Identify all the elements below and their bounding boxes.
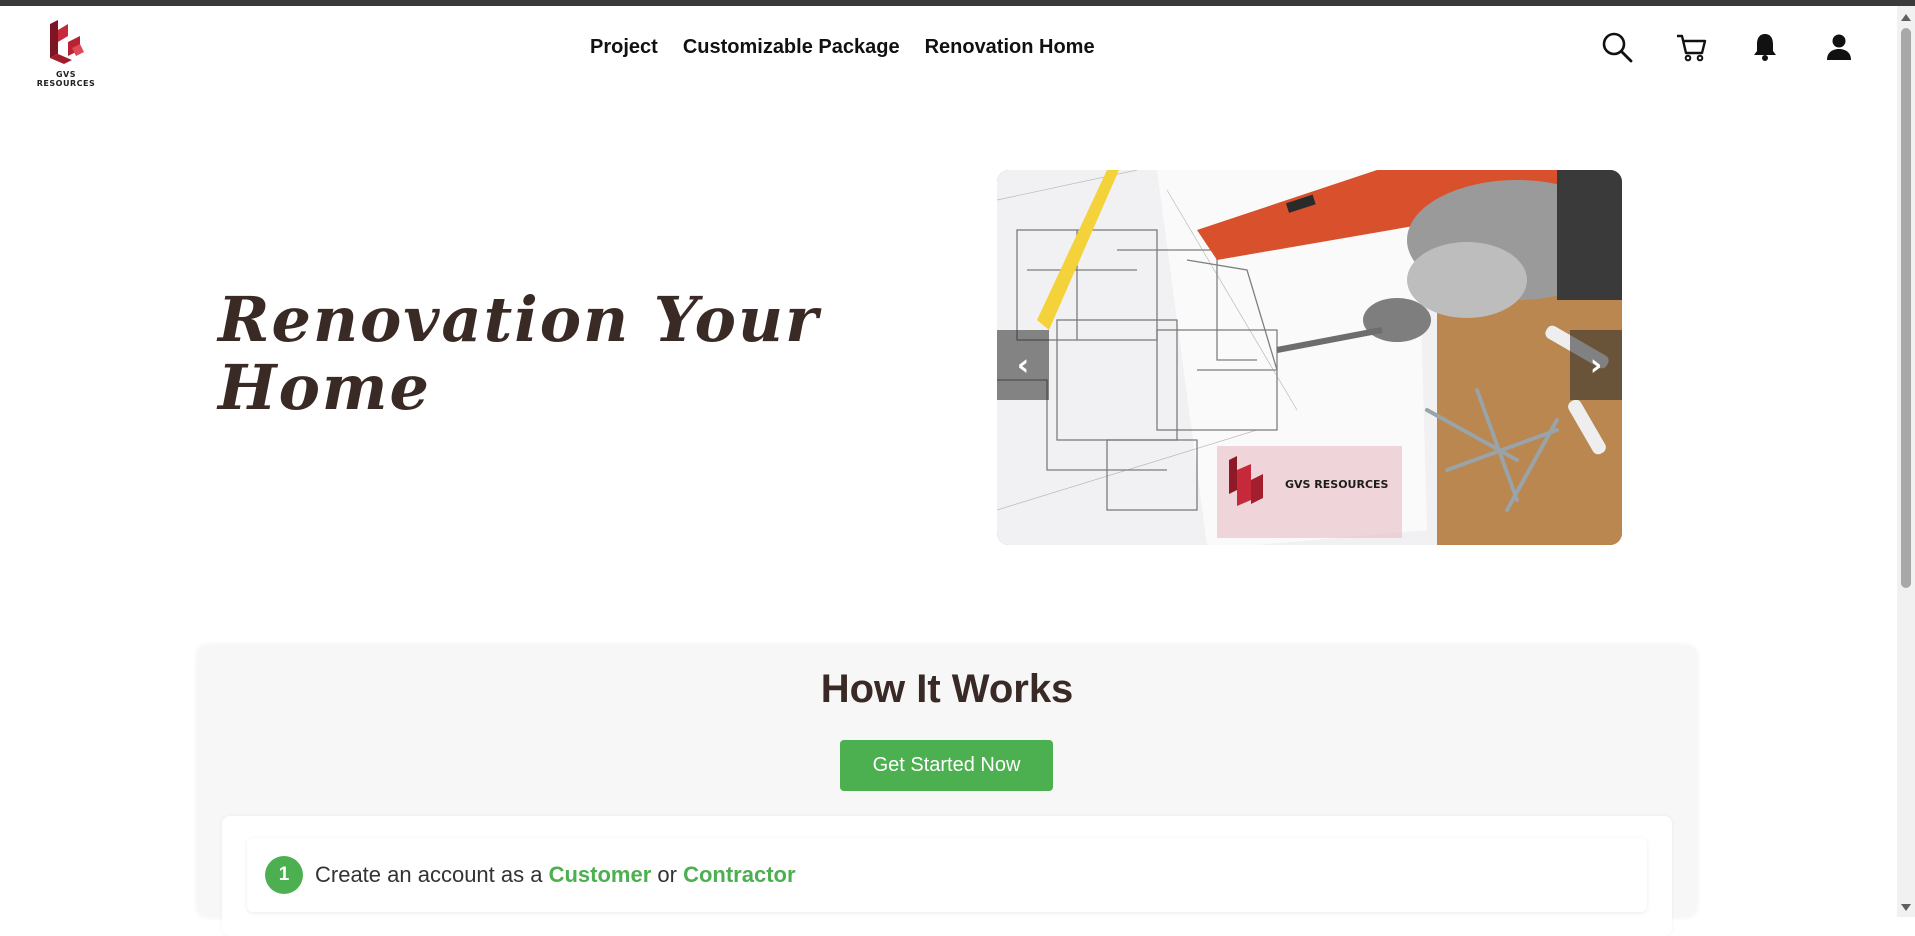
brand-logo[interactable]: GVS RESOURCES	[28, 20, 104, 88]
contractor-link[interactable]: Contractor	[683, 862, 795, 887]
nav-renovation-home[interactable]: Renovation Home	[925, 36, 1095, 59]
nav-project[interactable]: Project	[590, 36, 658, 59]
step-text-prefix: Create an account as a	[315, 862, 549, 887]
scroll-down-arrow-icon[interactable]	[1901, 904, 1911, 911]
hero-title: Renovation Your Home	[218, 283, 820, 424]
main-nav: Project Customizable Package Renovation …	[590, 36, 1095, 59]
user-icon[interactable]	[1822, 30, 1856, 64]
logo-text: GVS RESOURCES	[36, 70, 96, 88]
hero-carousel[interactable]: GVS RESOURCES ‹ ›	[997, 170, 1622, 545]
step-number-badge: 1	[265, 856, 303, 894]
carousel-watermark-text: GVS RESOURCES	[1285, 478, 1389, 491]
cart-icon[interactable]	[1674, 30, 1708, 64]
site-header: GVS RESOURCES Project Customizable Packa…	[0, 6, 1895, 94]
customer-link[interactable]: Customer	[549, 862, 652, 887]
get-started-button[interactable]: Get Started Now	[840, 740, 1053, 791]
carousel-image: GVS RESOURCES	[997, 170, 1622, 545]
scroll-up-arrow-icon[interactable]	[1901, 14, 1911, 21]
page-scrollbar[interactable]	[1897, 6, 1915, 917]
how-it-works-title: How It Works	[820, 667, 1074, 711]
header-icons	[1600, 30, 1856, 64]
carousel-next-button[interactable]: ›	[1570, 330, 1622, 400]
logo-mark-icon	[50, 20, 84, 64]
search-icon[interactable]	[1600, 30, 1634, 64]
step-text-middle: or	[651, 862, 684, 887]
how-it-works-section: How It Works Get Started Now 1 Create an…	[197, 645, 1697, 936]
bell-icon[interactable]	[1748, 30, 1782, 64]
carousel-prev-button[interactable]: ‹	[997, 330, 1049, 400]
step-text: Create an account as a Customer or Contr…	[315, 862, 796, 888]
scroll-thumb[interactable]	[1901, 28, 1911, 588]
steps-container: 1 Create an account as a Customer or Con…	[222, 816, 1672, 936]
step-item: 1 Create an account as a Customer or Con…	[247, 838, 1647, 912]
nav-customizable-package[interactable]: Customizable Package	[683, 36, 900, 59]
